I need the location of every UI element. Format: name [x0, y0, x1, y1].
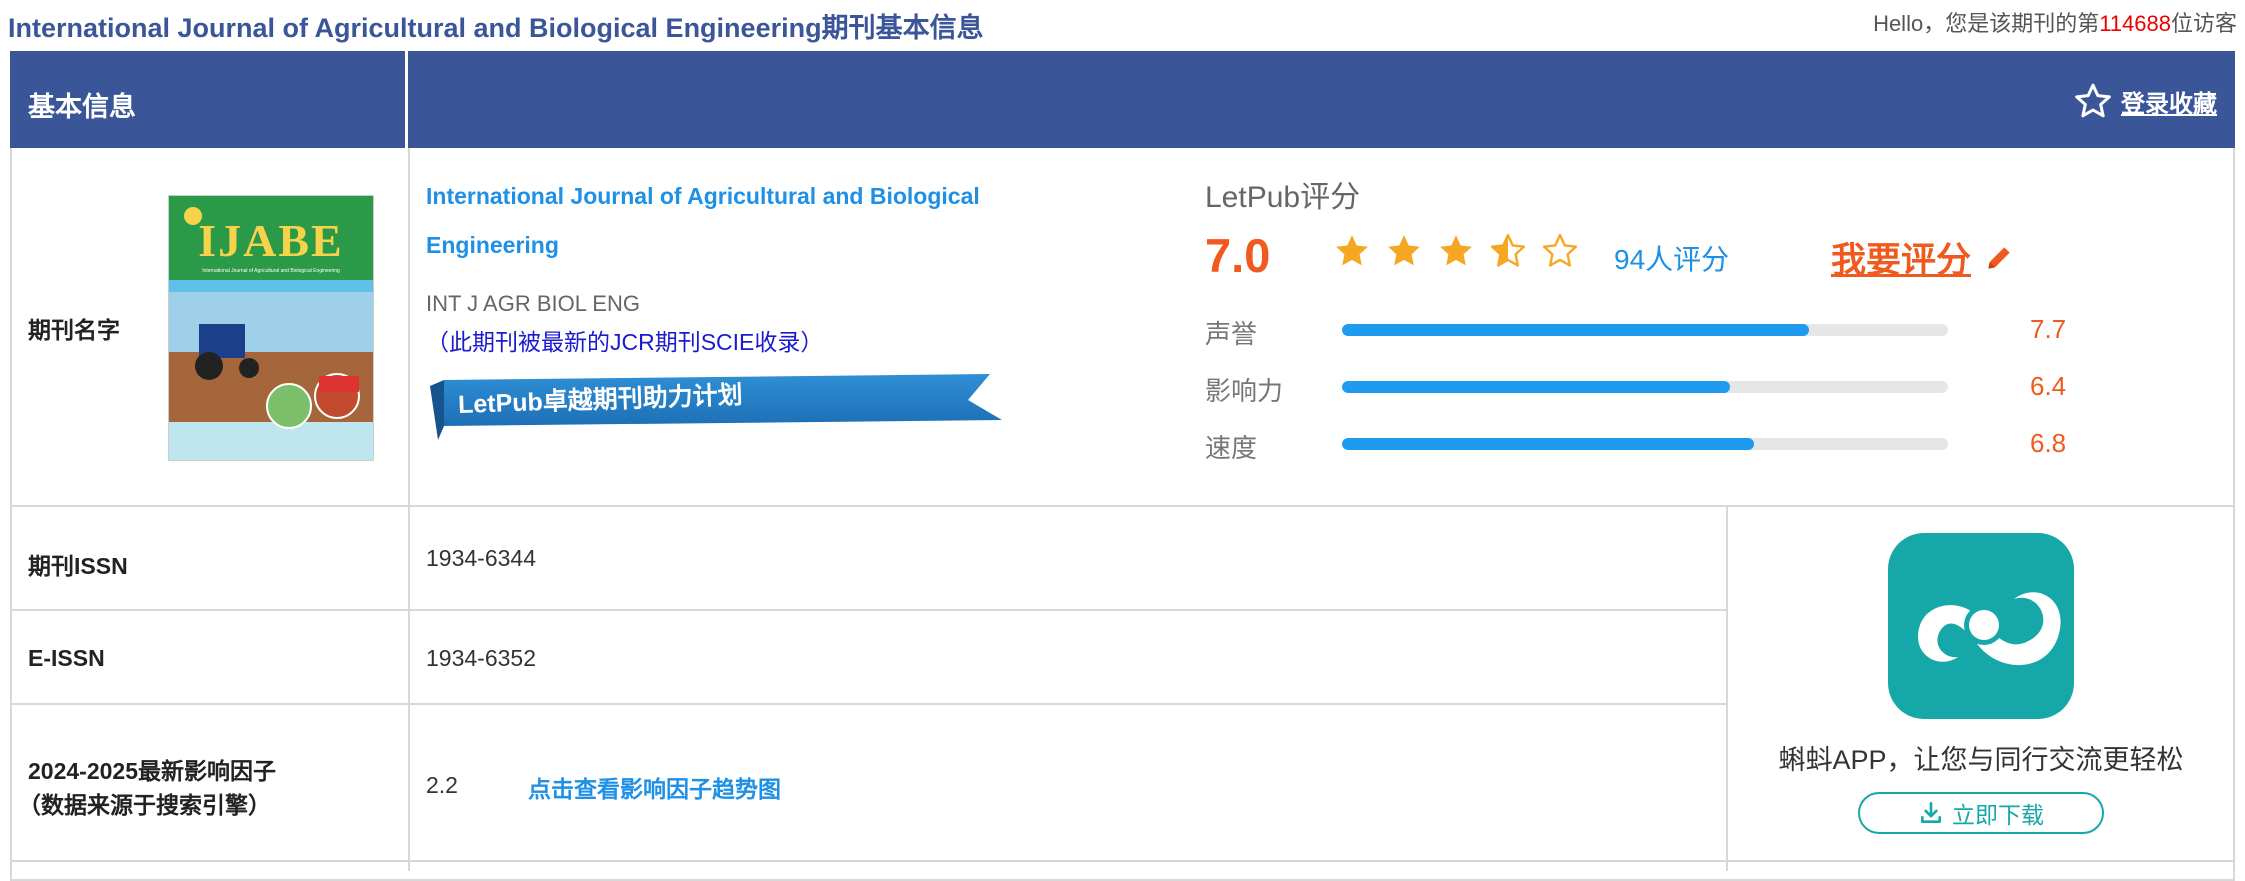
bar-fill-impact: [1342, 381, 1730, 393]
star-full-icon: [1440, 235, 1472, 266]
bar-track-impact: [1342, 381, 1948, 393]
row-divider: [10, 609, 1726, 611]
download-button[interactable]: 立即下载: [1858, 792, 2104, 834]
star-rating: [1333, 232, 1579, 270]
bar-fill-speed: [1342, 438, 1755, 450]
section-title: 基本信息: [28, 92, 136, 122]
app-promo-text: 蝌蚪APP，让您与同行交流更轻松: [1778, 745, 2184, 775]
impact-factor-label: 2024-2025最新影响因子: [28, 758, 276, 784]
bar-value-speed: 6.8: [2030, 428, 2067, 458]
pencil-icon: [1988, 246, 2010, 269]
bar-value-reputation: 7.7: [2030, 314, 2067, 344]
issn-label: 期刊ISSN: [28, 553, 128, 579]
star-full-icon: [1388, 235, 1420, 266]
header-label-cell: 基本信息: [10, 51, 408, 148]
rate-link-label: 我要评分: [1831, 241, 1972, 280]
visitor-suffix: 位访客: [2170, 11, 2237, 36]
app-logo-mark: [1918, 592, 2061, 666]
journal-name-label: 期刊名字: [28, 317, 120, 343]
cover-subtitle: International Journal of Agricultural an…: [202, 268, 340, 274]
rating-score: 7.0: [1205, 229, 1271, 282]
row-divider: [10, 703, 1726, 705]
journal-abbreviation: INT J AGR BIOL ENG: [426, 291, 640, 316]
star-full-icon: [1336, 235, 1368, 266]
bar-value-impact: 6.4: [2030, 371, 2067, 401]
page-title: International Journal of Agricultural an…: [8, 13, 984, 43]
bar-track-speed: [1342, 438, 1948, 450]
journal-cover-image[interactable]: IJABE International Journal of Agricultu…: [168, 195, 374, 461]
eissn-value: 1934-6352: [426, 645, 536, 671]
app-column-divider: [1726, 506, 1728, 871]
impact-factor-source: （数据来源于搜索引擎）: [18, 792, 271, 818]
impact-factor-value: 2.2: [426, 772, 458, 798]
star-empty-icon: [1542, 233, 1578, 267]
favorite-label: 登录收藏: [2121, 90, 2217, 118]
bar-label-impact: 影响力: [1205, 376, 1284, 406]
visitor-counter: Hello，您是该期刊的第114688位访客: [1873, 6, 2237, 38]
bar-label-speed: 速度: [1205, 433, 1258, 463]
download-icon: [1921, 801, 1941, 823]
favorite-button[interactable]: 登录收藏: [2073, 81, 2217, 121]
top-bar: International Journal of Agricultural an…: [0, 0, 2245, 50]
table-header: 基本信息 登录收藏: [10, 51, 2235, 148]
visitor-prefix: Hello，您是该期刊的第: [1873, 11, 2100, 36]
jcr-note: （此期刊被最新的JCR期刊SCIE收录）: [426, 329, 824, 355]
visitor-number: 114688: [2099, 11, 2171, 36]
column-divider: [408, 148, 410, 871]
download-label: 立即下载: [1952, 802, 2044, 828]
star-outline-icon: [2075, 83, 2111, 118]
rating-title: LetPub评分: [1205, 181, 1361, 214]
star-half-icon: [1490, 233, 1526, 267]
rate-journal-link[interactable]: 我要评分: [1831, 232, 2015, 283]
issn-value: 1934-6344: [426, 545, 536, 571]
impact-trend-link[interactable]: 点击查看影响因子趋势图: [528, 770, 781, 804]
app-logo-icon[interactable]: [1888, 533, 2074, 719]
bar-label-reputation: 声誉: [1205, 319, 1258, 349]
rating-count: 94人评分: [1614, 244, 1730, 275]
bar-fill-reputation: [1342, 324, 1809, 336]
row-divider: [10, 860, 2235, 862]
eissn-label: E-ISSN: [28, 645, 105, 671]
journal-full-name-link[interactable]: International Journal of Agricultural an…: [426, 172, 1046, 270]
row-divider: [10, 505, 2235, 507]
cover-title: IJABE: [198, 215, 344, 266]
bar-track-reputation: [1342, 324, 1948, 336]
